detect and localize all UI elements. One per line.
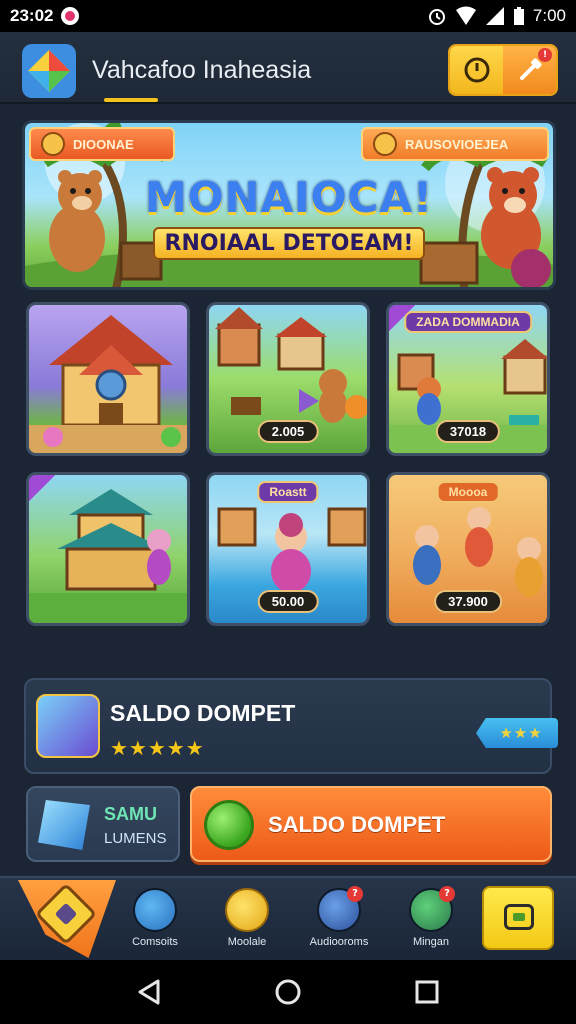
balance-stars: ★★★★★ <box>110 736 205 760</box>
nav-item-mingan[interactable]: ? Mingan <box>386 886 476 948</box>
game-card-1[interactable] <box>26 302 190 456</box>
saldo-dompet-button[interactable]: SALDO DOMPET <box>190 786 552 862</box>
nav-label: Audiooroms <box>309 936 369 948</box>
tools-button[interactable]: ! <box>503 46 556 94</box>
chat-bubble-icon <box>133 888 177 932</box>
nav-label: Moolale <box>227 936 267 948</box>
game-card-tag: 2.005 <box>257 420 319 443</box>
docs-button-subtitle: LUMENS <box>104 830 167 847</box>
recents-square-icon <box>415 980 439 1004</box>
message-icon <box>504 904 534 930</box>
header-button-group: ! <box>448 44 558 96</box>
nav-item-audiooroms[interactable]: ? Audiooroms <box>294 886 384 948</box>
crystal-icon <box>38 800 90 850</box>
app-logo-icon[interactable] <box>22 44 76 98</box>
nav-item-comsoits[interactable]: Comsoits <box>110 888 200 948</box>
app-header: Vahcafoo Inaheasia ! <box>0 32 576 104</box>
battery-icon <box>513 7 524 25</box>
green-coin-icon <box>204 800 254 850</box>
nav-label: Comsoits <box>132 936 178 948</box>
game-card-tag: 50.00 <box>257 590 319 613</box>
banner-subtitle-text: RNOIAAL DETOEAM! <box>152 227 426 260</box>
saldo-button-label: SALDO DOMPET <box>268 812 446 837</box>
banner-badge-right-label: RAUSOVIOEJEA <box>405 136 509 152</box>
game-card-4[interactable] <box>26 472 190 626</box>
nav-item-moolale[interactable]: Moolale <box>202 888 292 948</box>
banner-badge-left-label: DIOONAE <box>73 136 134 152</box>
banner-subtitle: RNOIAAL DETOEAM! <box>25 227 553 260</box>
coin-icon <box>373 132 397 156</box>
header-active-indicator <box>104 98 158 102</box>
balance-label: SALDO DOMPET <box>110 700 296 726</box>
docs-button-title: SAMU <box>104 804 157 824</box>
nav-chat-button[interactable] <box>482 886 554 950</box>
home-gem-icon <box>34 882 98 946</box>
banner-title: MONAIOCA! <box>145 173 433 222</box>
recents-button[interactable] <box>407 972 447 1012</box>
bottom-nav: Comsoits Moolale ? Audiooroms ? Mingan <box>0 876 576 960</box>
back-triangle-icon <box>138 979 160 1005</box>
nav-badge: ? <box>439 886 455 902</box>
nav-badge: ? <box>347 886 363 902</box>
game-card-2[interactable]: 2.005 <box>206 302 370 456</box>
game-card-6[interactable]: Moooa 37.900 <box>386 472 550 626</box>
game-docs-button[interactable]: SAMU LUMENS <box>26 786 180 862</box>
app-title: Vahcafoo Inaheasia <box>92 56 312 84</box>
hammer-icon <box>519 58 542 80</box>
timer-button[interactable] <box>450 46 503 94</box>
wallet-gem-icon <box>36 694 100 758</box>
book-icon: ? <box>317 886 363 932</box>
compass-icon: ? <box>409 886 455 932</box>
notification-app-icon <box>61 7 80 25</box>
temple-illustration <box>29 315 187 453</box>
game-card-tag: 37.900 <box>434 590 502 613</box>
system-nav-bar <box>0 960 576 1024</box>
nav-label: Mingan <box>412 936 450 948</box>
bear-avatar-icon <box>41 132 65 156</box>
nav-home-button[interactable] <box>18 880 116 958</box>
game-card-title: Roastt <box>257 481 319 503</box>
balance-card[interactable]: SALDO DOMPET ★★★★★ ★★★ <box>24 678 558 774</box>
status-bar: 23:02 7:00 <box>0 0 576 32</box>
banner-badge-right[interactable]: RAUSOVIOEJEA <box>361 127 549 161</box>
game-card-3[interactable]: ZADA DOMMADIA 37018 <box>386 302 550 456</box>
game-card-title: Moooa <box>436 481 500 503</box>
back-button[interactable] <box>129 972 169 1012</box>
signal-icon <box>485 7 504 25</box>
wifi-icon <box>455 6 476 25</box>
alarm-icon <box>428 9 445 25</box>
gold-coin-icon <box>225 888 269 932</box>
home-circle-icon <box>275 979 301 1005</box>
promo-banner[interactable]: DIOONAE RAUSOVIOEJEA MONAIOCA! RNOIAAL D… <box>22 120 556 290</box>
home-button[interactable] <box>268 972 308 1012</box>
status-time: 23:02 <box>10 6 54 25</box>
game-card-tag: 37018 <box>435 420 501 443</box>
status-clock: 7:00 <box>532 6 566 25</box>
timer-icon <box>464 57 489 83</box>
notification-badge: ! <box>538 48 552 62</box>
banner-badge-left[interactable]: DIOONAE <box>29 127 175 161</box>
card-corner-ribbon <box>29 475 55 501</box>
game-card-title: ZADA DOMMADIA <box>404 311 532 333</box>
game-card-5[interactable]: Roastt 50.00 <box>206 472 370 626</box>
rating-tag[interactable]: ★★★ <box>476 718 558 748</box>
